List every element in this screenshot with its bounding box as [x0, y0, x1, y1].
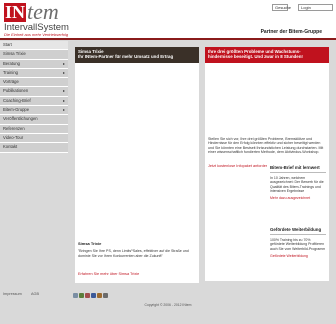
sidebar-item-label: Vorträge [3, 79, 19, 85]
sidebar-item-label: Training [3, 69, 18, 75]
partner-text: Partner der Bitem-Gruppe [260, 29, 322, 35]
email-icon[interactable] [97, 293, 102, 298]
chevron-right-icon: ▸ [62, 88, 65, 94]
top-header: IN tem IntervallSystem Die Einheit aus m… [0, 0, 336, 38]
login-select[interactable]: Login [298, 4, 333, 11]
sidebar-item-label: Veröffentlichungen [3, 116, 38, 122]
box-link[interactable]: Mehr dazu ausgezeichnet [270, 196, 329, 200]
footer-impressum-link[interactable]: Impressum [3, 292, 22, 296]
header-divider [0, 38, 336, 40]
footer-agb-link[interactable]: AGB [31, 292, 39, 296]
box-title: Bitem-Brief mit lernwert [270, 165, 320, 170]
sidebar-item-training[interactable]: Training ▸ [0, 68, 68, 79]
box-text: In 10 Jahren, welchem ausgezeichnet: Der… [270, 176, 324, 193]
sidebar-item-label: Simsa Trixie [3, 51, 26, 57]
sidebar-item-coaching-brief[interactable]: Coaching-Brief ▸ [0, 96, 68, 107]
sidebar-item-label: Referenzen [3, 125, 25, 131]
divider [270, 234, 326, 235]
box-text: 100% Training bis zu 70% gefördete Weite… [270, 238, 326, 251]
box-link[interactable]: Gefördete Weiterbildung [270, 254, 329, 258]
panel-header: Ihre drei größten Probleme und Wachstums… [205, 47, 329, 63]
logo-in-mark: IN [4, 2, 26, 22]
panel-header-subtitle: hindernisse beseitigt. Und zwar in 8 Stu… [208, 54, 303, 59]
search-input[interactable]: Gesuche [272, 4, 291, 11]
infopaket-link[interactable]: Jetzt kostenlose Infopaket anfordern [208, 164, 269, 168]
training-box: Gefördete Weiterbildung 100% Training bi… [267, 224, 329, 276]
sidebar-item-video-tour[interactable]: Video-Tour [0, 133, 68, 144]
sidebar-nav: Start Simsa Trixie Beratung ▸ Training ▸ V… [0, 41, 68, 153]
simsa-trixie-panel: Simsa Trixie Ihr INtem-Partner für mehr … [75, 47, 199, 283]
copyright-text: Copyright © 2006 - 2012 INtem [144, 303, 192, 307]
sidebar-item-label: Publikationen [3, 88, 29, 94]
chevron-right-icon: ▸ [62, 69, 65, 75]
sidebar-item-label: Beratung [3, 60, 20, 66]
problems-text: Stellen Sie sich vor, Ihre drei größten … [208, 137, 324, 155]
chevron-right-icon: ▸ [62, 60, 65, 66]
bookmark-icon[interactable] [85, 293, 90, 298]
box-title: Gefördete Weiterbildung [270, 227, 322, 232]
person-name: Simsa Trixie [78, 241, 102, 246]
sidebar-item-label: Bitem-Gruppe [3, 107, 30, 113]
chevron-right-icon: ▸ [62, 107, 65, 113]
chevron-right-icon: ▸ [62, 97, 65, 103]
sidebar-item-label: Video-Tour [3, 134, 24, 140]
more-about-link[interactable]: Erfahren Sie mehr über Simsa Trixie [78, 272, 139, 276]
sidebar-item-publikationen[interactable]: Publikationen ▸ [0, 87, 68, 97]
sidebar-item-label: Coaching-Brief [3, 97, 31, 103]
sidebar-item-label: Kontakt [3, 144, 18, 150]
sidebar-item-beratung[interactable]: Beratung ▸ [0, 59, 68, 69]
print-icon[interactable] [73, 293, 78, 298]
share-icon[interactable] [79, 293, 84, 298]
logo-tagline: Die Einheit aus mehr Vertriebserfolg [4, 32, 69, 37]
sidebar-item-label: Start [3, 42, 12, 47]
rss-icon[interactable] [103, 293, 108, 298]
sidebar-item-start[interactable]: Start [0, 41, 68, 51]
sidebar-item-referenzen[interactable]: Referenzen [0, 124, 68, 134]
facebook-icon[interactable] [91, 293, 96, 298]
person-quote: "Bringen Sie Ihre PS, denn Limits⁶Sales,… [78, 249, 189, 258]
newsletter-box: Bitem-Brief mit lernwert In 10 Jahren, w… [267, 162, 329, 210]
panel-header: Simsa Trixie Ihr INtem-Partner für mehr … [75, 47, 199, 63]
panel-header-subtitle: Ihr INtem-Partner für mehr Umsatz und Er… [78, 54, 174, 59]
sidebar-item-veroeffentlichungen[interactable]: Veröffentlichungen [0, 115, 68, 125]
sidebar-item-simsa-trixie[interactable]: Simsa Trixie [0, 50, 68, 60]
sidebar-item-kontakt[interactable]: Kontakt [0, 143, 68, 153]
intem-logo[interactable]: IN tem IntervallSystem Die Einheit aus m… [3, 0, 113, 37]
sidebar-item-vortraege[interactable]: Vorträge [0, 78, 68, 88]
divider [270, 172, 326, 173]
sidebar-item-bitem-gruppe[interactable]: Bitem-Gruppe ▸ [0, 106, 68, 116]
